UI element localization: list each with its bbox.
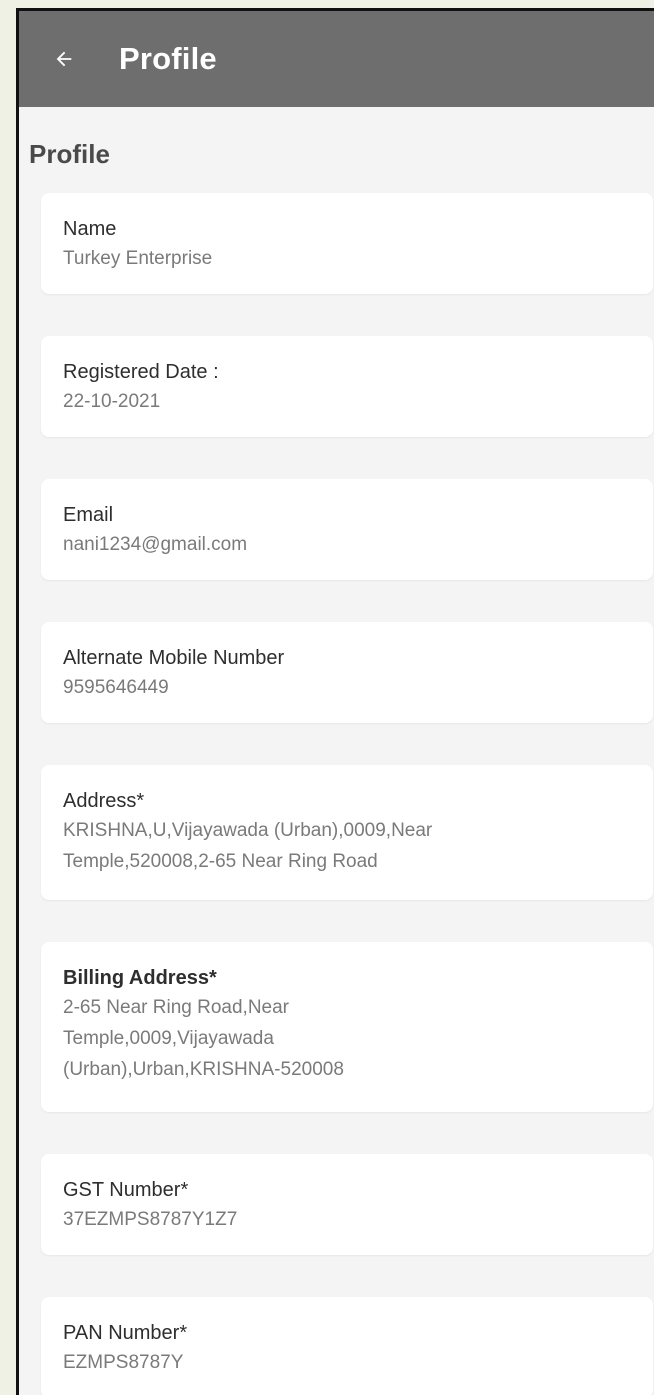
app-bar-title: Profile	[119, 41, 217, 76]
app-bar: Profile	[19, 11, 654, 107]
registered-date-card: Registered Date : 22-10-2021	[41, 336, 653, 437]
gst-number-value: 37EZMPS8787Y1Z7	[63, 1209, 238, 1230]
alternate-mobile-label: Alternate Mobile Number	[63, 647, 285, 669]
registered-date-value: 22-10-2021	[63, 391, 161, 412]
name-label: Name	[63, 218, 117, 240]
arrow-left-icon	[56, 51, 72, 67]
pan-number-card: PAN Number* EZMPS8787Y	[41, 1297, 653, 1395]
phone-screen: Profile Profile Name Turkey Enterprise R…	[16, 8, 654, 1395]
back-button[interactable]	[49, 44, 79, 74]
name-value: Turkey Enterprise	[63, 248, 213, 269]
pan-number-label: PAN Number*	[63, 1322, 188, 1344]
alternate-mobile-card: Alternate Mobile Number 9595646449	[41, 622, 653, 723]
billing-address-value-line: Temple,0009,Vijayawada	[63, 1028, 274, 1049]
billing-address-value-line: 2-65 Near Ring Road,Near	[63, 997, 290, 1018]
section-title: Profile	[29, 139, 110, 169]
billing-address-card: Billing Address* 2-65 Near Ring Road,Nea…	[41, 942, 653, 1112]
address-value-line: Temple,520008,2-65 Near Ring Road	[63, 851, 378, 872]
registered-date-label: Registered Date :	[63, 361, 219, 383]
alternate-mobile-value: 9595646449	[63, 677, 169, 698]
gst-number-card: GST Number* 37EZMPS8787Y1Z7	[41, 1154, 653, 1255]
address-label: Address*	[63, 790, 145, 812]
name-card: Name Turkey Enterprise	[41, 193, 653, 294]
email-label: Email	[63, 504, 114, 526]
address-card: Address* KRISHNA,U,Vijayawada (Urban),00…	[41, 765, 653, 900]
gst-number-label: GST Number*	[63, 1179, 189, 1201]
pan-number-value: EZMPS8787Y	[63, 1352, 184, 1373]
billing-address-label: Billing Address*	[63, 967, 217, 989]
address-value-line: KRISHNA,U,Vijayawada (Urban),0009,Near	[63, 820, 433, 841]
billing-address-value-line: (Urban),Urban,KRISHNA-520008	[63, 1059, 344, 1080]
email-value: nani1234@gmail.com	[63, 534, 248, 555]
email-card: Email nani1234@gmail.com	[41, 479, 653, 580]
